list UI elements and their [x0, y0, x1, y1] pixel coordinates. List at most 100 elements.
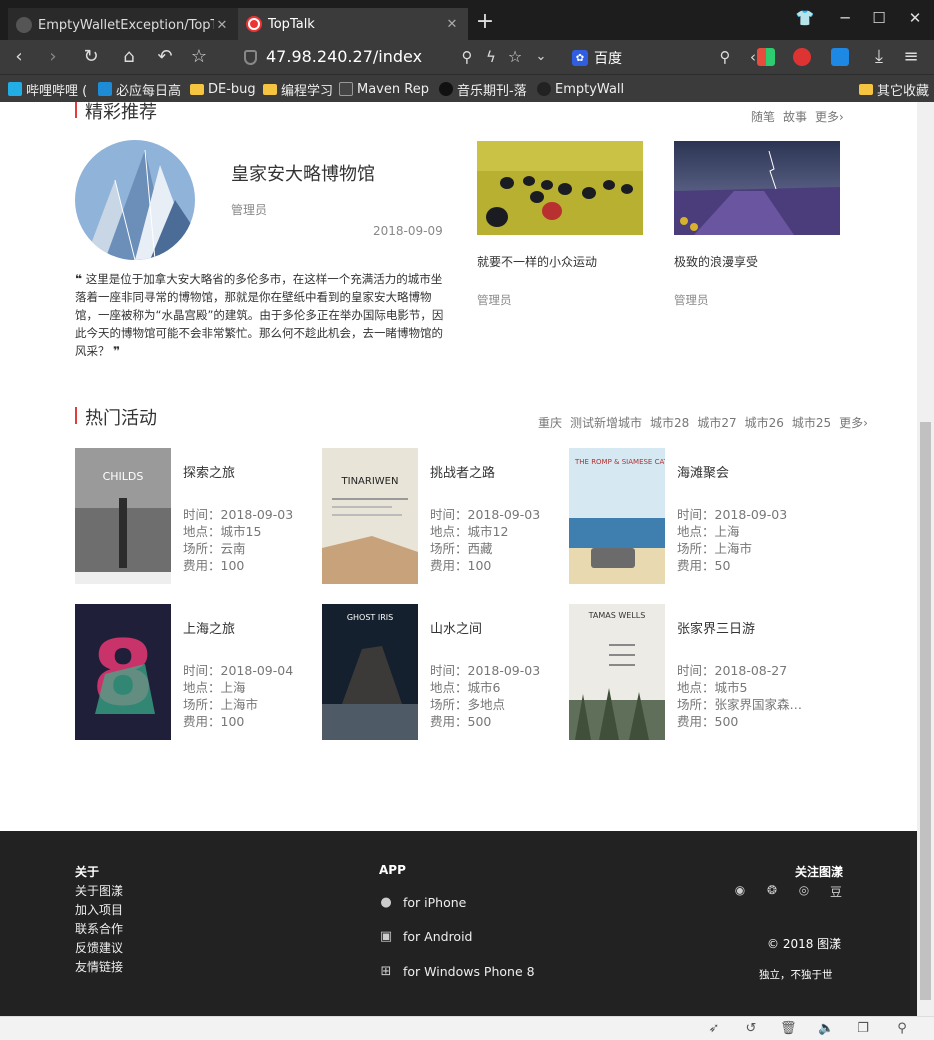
event-poster[interactable]: TAMAS WELLS [569, 604, 665, 740]
featured-image[interactable] [75, 140, 195, 260]
apps-grid-icon[interactable] [757, 48, 775, 66]
featured-links: 随笔 故事 更多› [743, 108, 844, 125]
meta-label: 费用： [430, 558, 468, 573]
wechat-icon[interactable]: ❂ [763, 883, 781, 900]
folder-icon [263, 83, 277, 95]
event-card[interactable]: TAMAS WELLS 张家界三日游 时间：2018-08-27 地点：城市5 … [569, 604, 809, 740]
app-iphone-link[interactable]: ● for iPhone [379, 895, 466, 910]
bookmark-music[interactable]: 音乐期刊-落 [439, 79, 527, 99]
bookmark-other[interactable]: 其它收藏 [859, 79, 929, 99]
menu-icon[interactable]: ≡ [898, 44, 924, 70]
card-title[interactable]: 极致的浪漫享受 [674, 253, 840, 270]
city-link[interactable]: 测试新增城市 [570, 416, 642, 430]
undo-close-button[interactable]: ↶ [152, 44, 178, 70]
close-icon[interactable]: ✕ [214, 18, 230, 33]
event-poster[interactable]: CHILDS [75, 448, 171, 584]
bookmark-programming[interactable]: 编程学习 [263, 79, 333, 99]
tab-emptywallet[interactable]: EmptyWalletException/TopTal ✕ [8, 8, 238, 40]
forward-button[interactable]: › [40, 44, 66, 70]
rocket-icon[interactable]: ➶ [706, 1021, 722, 1037]
favorite-star-icon[interactable]: ☆ [502, 44, 528, 70]
chevron-down-icon[interactable]: ⌄ [528, 44, 554, 70]
meta-label: 费用： [430, 714, 468, 729]
footer-link[interactable]: 反馈建议 [75, 939, 123, 958]
window-icon[interactable]: ❐ [855, 1021, 871, 1037]
app-windows-link[interactable]: ⊞ for Windows Phone 8 [379, 964, 535, 979]
link-more[interactable]: 更多› [839, 416, 868, 430]
page-scrollbar[interactable] [917, 102, 934, 1016]
link-essay[interactable]: 随笔 [751, 110, 775, 124]
event-time: 2018-09-03 [714, 507, 788, 522]
volume-icon[interactable]: 🔈 [818, 1021, 834, 1037]
bilibili-icon [8, 82, 22, 96]
event-name[interactable]: 挑战者之路 [430, 462, 495, 481]
meta-label: 地点： [677, 524, 715, 539]
link-story[interactable]: 故事 [783, 110, 807, 124]
bookmark-star-button[interactable]: ☆ [186, 44, 212, 70]
card-title[interactable]: 就要不一样的小众运动 [477, 253, 643, 270]
tab-toptalk[interactable]: TopTalk ✕ [238, 8, 468, 40]
event-card[interactable]: 8 上海之旅 时间：2018-09-04 地点：上海 场所：上海市 费用：100 [75, 604, 315, 740]
event-poster[interactable]: GHOST IRIS [322, 604, 418, 740]
reload-button[interactable]: ↻ [78, 44, 104, 70]
scrollbar-thumb[interactable] [920, 422, 931, 1000]
footer-link[interactable]: 友情链接 [75, 958, 123, 977]
bookmark-bilibili[interactable]: 哔哩哔哩 ( [8, 79, 87, 99]
recommend-card[interactable]: 极致的浪漫享受 管理员 [674, 141, 840, 308]
weibo-icon[interactable]: ◎ [795, 883, 813, 900]
city-link[interactable]: 城市26 [745, 416, 784, 430]
new-tab-button[interactable]: + [474, 10, 496, 36]
app-android-link[interactable]: ▣ for Android [379, 929, 473, 944]
link-more[interactable]: 更多› [815, 110, 844, 124]
event-time: 2018-08-27 [714, 663, 788, 678]
bookmark-emptywall[interactable]: EmptyWall [537, 79, 624, 99]
lightning-icon[interactable]: ϟ [478, 44, 504, 70]
featured-title[interactable]: 皇家安大略博物馆 [231, 160, 375, 186]
city-link[interactable]: 城市27 [697, 416, 736, 430]
note-extension-icon[interactable] [831, 48, 849, 66]
adblock-icon[interactable] [793, 48, 811, 66]
event-card[interactable]: TINARIWEN 挑战者之路 时间：2018-09-03 地点：城市12 场所… [322, 448, 562, 584]
douban-icon[interactable]: 豆 [827, 883, 845, 900]
event-card[interactable]: GHOST IRIS 山水之间 时间：2018-09-03 地点：城市6 场所：… [322, 604, 562, 740]
accelerate-icon[interactable]: ↺ [743, 1021, 759, 1037]
event-card[interactable]: CHILDS 探索之旅 时间：2018-09-03 地点：城市15 场所：云南 … [75, 448, 315, 584]
event-name[interactable]: 山水之间 [430, 618, 482, 637]
event-name[interactable]: 海滩聚会 [677, 462, 729, 481]
address-bar[interactable]: 47.98.240.27/index [266, 45, 422, 69]
card-image-bowls[interactable] [477, 141, 643, 235]
event-poster[interactable]: 8 [75, 604, 171, 740]
bookmark-bing[interactable]: 必应每日高 [98, 79, 181, 99]
minimize-button[interactable]: ─ [828, 6, 862, 30]
close-icon[interactable]: ✕ [444, 17, 460, 32]
maximize-button[interactable]: ☐ [862, 6, 896, 30]
download-icon[interactable]: ⤓ [866, 44, 892, 70]
footer-link[interactable]: 关于图漾 [75, 882, 123, 901]
bookmark-maven[interactable]: Maven Rep [339, 79, 429, 99]
search-icon[interactable]: ⚲ [712, 44, 738, 70]
city-link[interactable]: 重庆 [538, 416, 562, 430]
footer-link[interactable]: 加入项目 [75, 901, 123, 920]
qq-icon[interactable]: ◉ [731, 883, 749, 900]
window-close-button[interactable]: ✕ [898, 6, 932, 30]
city-link[interactable]: 城市28 [650, 416, 689, 430]
event-name[interactable]: 张家界三日游 [677, 618, 755, 637]
event-card[interactable]: THE ROMP & SIAMESE CATS 海滩聚会 时间：2018-09-… [569, 448, 809, 584]
card-image-lavender[interactable] [674, 141, 840, 235]
search-engine-selector[interactable]: ✿ 百度 [572, 48, 622, 68]
zoom-icon[interactable]: ⚲ [454, 44, 480, 70]
browser-tab-bar: EmptyWalletException/TopTal ✕ TopTalk ✕ … [0, 0, 934, 40]
bookmark-debug[interactable]: DE-bug [190, 79, 256, 99]
back-button[interactable]: ‹ [6, 44, 32, 70]
event-name[interactable]: 上海之旅 [183, 618, 235, 637]
skin-icon[interactable]: 👕 [788, 6, 822, 30]
event-name[interactable]: 探索之旅 [183, 462, 235, 481]
home-button[interactable]: ⌂ [116, 44, 142, 70]
zoom-search-icon[interactable]: ⚲ [894, 1021, 910, 1037]
recommend-card[interactable]: 就要不一样的小众运动 管理员 [477, 141, 643, 308]
event-poster[interactable]: TINARIWEN [322, 448, 418, 584]
trash-icon[interactable]: 🗑 [780, 1021, 797, 1037]
footer-link[interactable]: 联系合作 [75, 920, 123, 939]
event-poster[interactable]: THE ROMP & SIAMESE CATS [569, 448, 665, 584]
city-link[interactable]: 城市25 [792, 416, 831, 430]
